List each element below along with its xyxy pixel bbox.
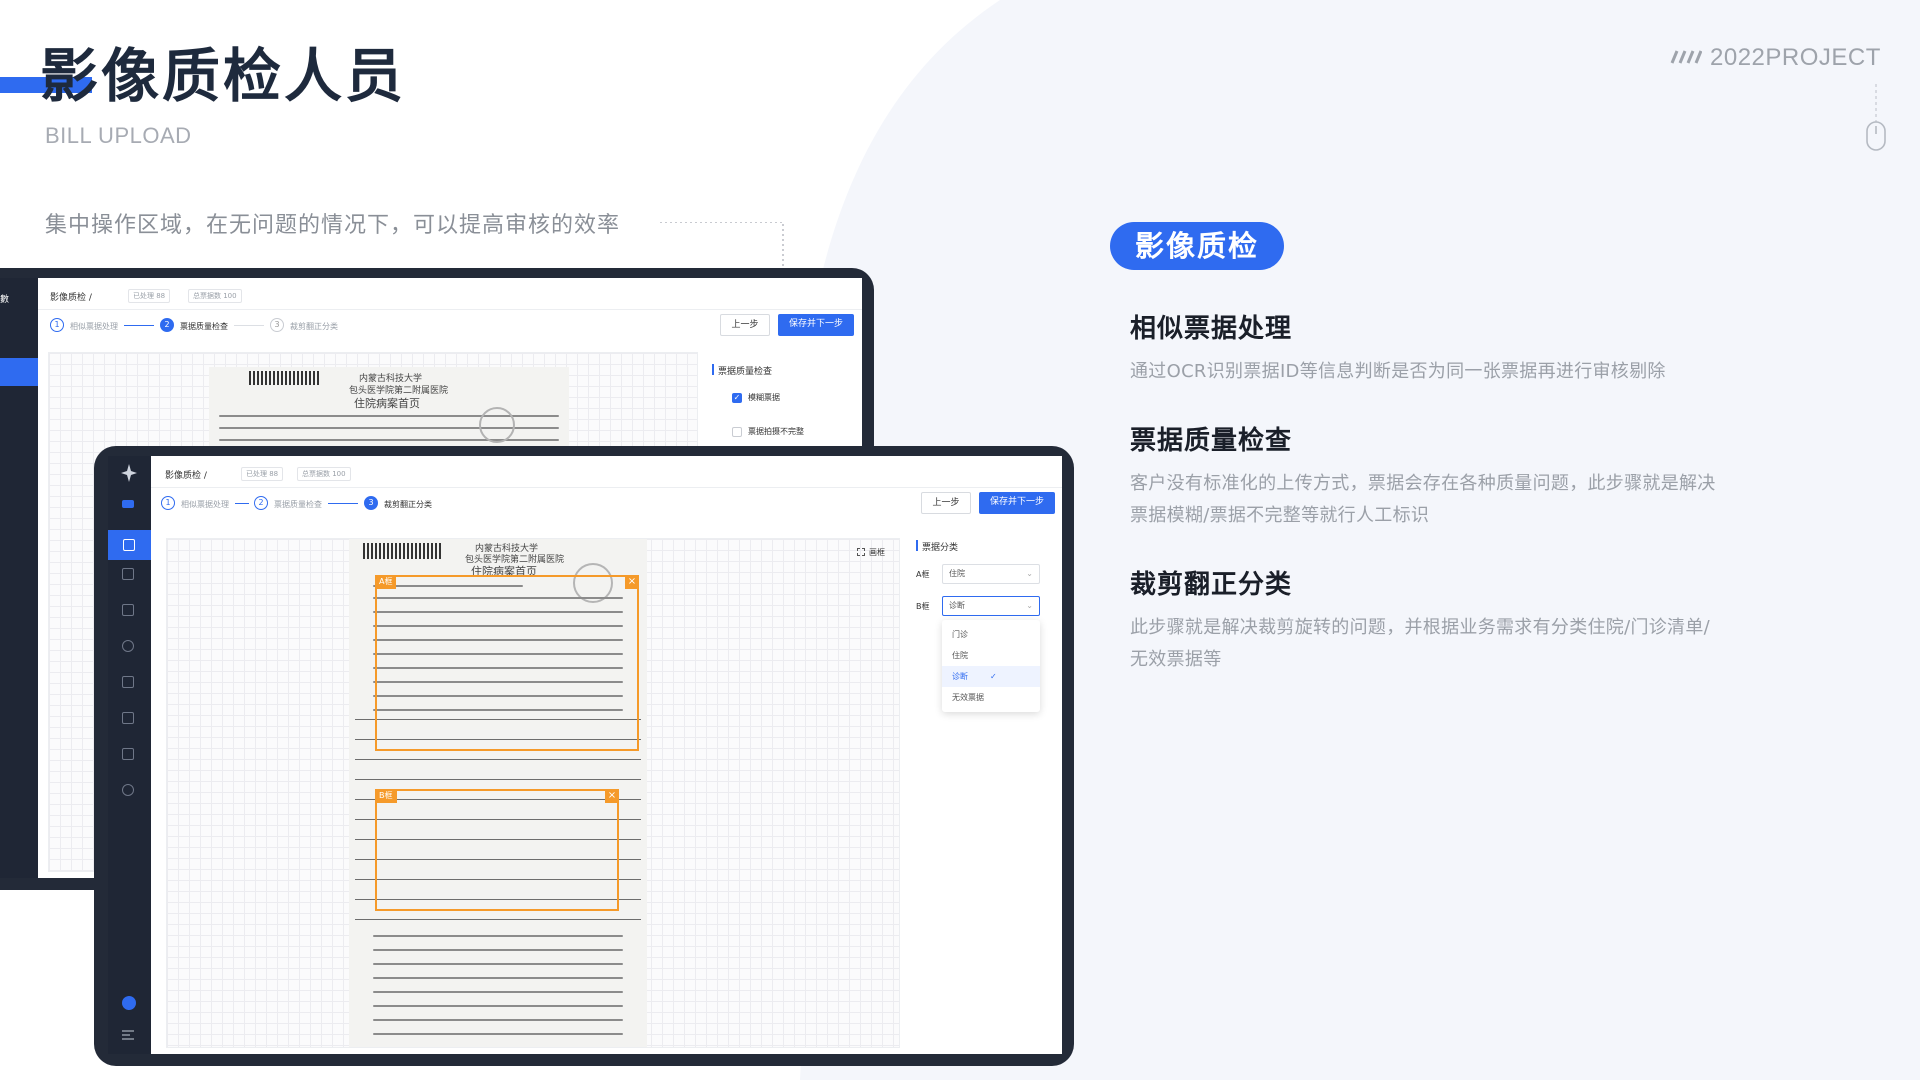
section-1-text: 通过OCR识别票据ID等信息判断是否为同一张票据再进行审核剔除 [1130,361,1666,382]
draw-box-icon [857,548,865,556]
back-doc-form-title: 住院病案首页 [354,397,420,410]
dropdown-option-invalid[interactable]: 无效票据 [942,687,1040,708]
front-canvas[interactable]: 画框 内蒙古科技大学 包头医学院第二附属医院 住院病案首页 A框 × B框 × [166,538,900,1048]
front-panel-title: 票据分类 [922,543,959,553]
chevron-down-icon: ⌄ [1026,601,1033,610]
user-avatar-icon[interactable] [122,996,136,1010]
front-steps: 1 相似票据处理 2 票据质量检查 3 裁剪翻正分类 上一步 保存并下一步 [151,488,1062,518]
back-next-button[interactable]: 保存并下一步 [778,314,854,336]
crop-frame-b[interactable] [375,789,619,911]
sidebar-edit-icon[interactable] [122,604,134,616]
page-subtitle: BILL UPLOAD [45,123,192,148]
sidebar-people-icon[interactable] [122,784,134,796]
crop-frame-b-tag: B框 [375,789,397,803]
draw-box-label: 画框 [869,548,885,557]
front-step-2-num[interactable]: 2 [254,496,268,510]
section-2-text: 客户没有标准化的上传方式，票据会存在各种质量问题，此步骤就是解决票据模糊/票据不… [1130,473,1716,526]
section-3-title: 裁剪翻正分类 [1130,570,1293,600]
back-steps: 1 相似票据处理 2 票据质量检查 3 裁剪翻正分类 上一步 保存并下一步 [38,310,862,340]
back-step-3-num[interactable]: 3 [270,318,284,332]
back-step-2-num[interactable]: 2 [160,318,174,332]
back-step-2[interactable]: 票据质量检查 [180,321,228,332]
front-step-1[interactable]: 相似票据处理 [181,499,229,510]
back-header: 影像质检 / 已处理 88 总票据数 100 [38,278,862,310]
front-chip-total: 总票据数 100 [297,467,351,481]
back-sidebar-active[interactable] [0,358,38,386]
back-option-incomplete[interactable]: 票据拍摄不完整 [748,426,804,437]
sidebar-doc-icon[interactable] [122,568,134,580]
front-chip-processed: 已处理 88 [241,467,284,481]
check-icon: ✓ [990,672,997,681]
sidebar-user-icon[interactable] [122,640,134,652]
field-a-value: 住院 [949,569,965,578]
back-chip-processed: 已处理 88 [128,289,171,303]
field-a-select[interactable]: 住院 ⌄ [942,564,1040,584]
sidebar-settings-icon[interactable] [122,748,134,760]
front-step-3-num[interactable]: 3 [364,496,378,510]
sidebar-list-icon[interactable] [122,676,134,688]
back-sidebar-label: 數 [0,295,10,305]
dropdown-option-outpatient[interactable]: 门诊 [942,624,1040,645]
mouse-icon [1866,84,1886,151]
front-breadcrumb[interactable]: 影像质检 / [165,468,207,481]
field-b-value: 诊断 [949,601,965,610]
sidebar-briefcase-icon[interactable] [122,712,134,724]
field-b-select[interactable]: 诊断 ⌄ [942,596,1040,616]
front-sidebar [108,456,151,1054]
section-1-title: 相似票据处理 [1130,314,1293,344]
project-label: 2022PROJECT [1710,44,1881,71]
front-right-panel: 票据分类 A框 住院 ⌄ B框 诊断 ⌄ 门诊 住院 诊断 ✓ 无效票据 [916,538,1056,838]
back-prev-button[interactable]: 上一步 [720,314,770,336]
slash-decoration-icon [1670,50,1702,64]
front-step-2[interactable]: 票据质量检查 [274,499,322,510]
back-step-1-num[interactable]: 1 [50,318,64,332]
field-b-label: B框 [916,602,930,611]
front-step-3[interactable]: 裁剪翻正分类 [384,499,432,510]
sidebar-item-image-qc[interactable] [108,530,151,560]
dropdown-option-diagnosis-label: 诊断 [952,672,968,681]
back-step-1[interactable]: 相似票据处理 [70,321,118,332]
logo-icon [121,464,137,482]
back-document-image: 内蒙古科技大学 包头医学院第二附属医院 住院病案首页 [209,367,569,457]
crop-frame-a-tag: A框 [375,575,397,589]
close-icon[interactable]: × [605,789,619,803]
dropdown-option-diagnosis[interactable]: 诊断 ✓ [942,666,1040,687]
back-option-blur[interactable]: 模糊票据 [748,392,780,403]
back-step-3[interactable]: 裁剪翻正分类 [290,321,338,332]
front-screen: 影像质检 / 已处理 88 总票据数 100 1 相似票据处理 2 票据质量检查… [108,456,1062,1054]
dropdown-option-inpatient[interactable]: 住院 [942,645,1040,666]
section-3-text: 此步骤就是解决裁剪旋转的问题，并根据业务需求有分类住院/门诊清单/无效票据等 [1130,617,1711,670]
chat-icon[interactable] [122,500,134,508]
front-prev-button[interactable]: 上一步 [921,492,971,514]
back-breadcrumb[interactable]: 影像质检 / [50,290,92,303]
page-description: 集中操作区域，在无问题的情况下，可以提高审核的效率 [45,213,621,238]
back-sidebar: 數 [0,278,38,878]
field-a-label: A框 [916,570,930,579]
menu-icon[interactable] [122,1030,134,1040]
page-title: 影像质检人员 [40,42,407,110]
section-2-title: 票据质量检查 [1130,426,1293,456]
front-next-button[interactable]: 保存并下一步 [979,492,1055,514]
front-header: 影像质检 / 已处理 88 总票据数 100 [151,456,1062,488]
front-step-1-num[interactable]: 1 [161,496,175,510]
field-b-dropdown: 门诊 住院 诊断 ✓ 无效票据 [942,620,1040,712]
checkbox-icon[interactable] [732,427,742,437]
back-panel-title: 票据质量检查 [718,367,773,377]
close-icon[interactable]: × [625,575,639,589]
section-pill: 影像质检 [1110,222,1284,270]
checkbox-checked-icon[interactable]: ✓ [732,393,742,403]
back-chip-total: 总票据数 100 [188,289,242,303]
crop-frame-a[interactable] [375,575,639,751]
chevron-down-icon: ⌄ [1026,569,1033,578]
